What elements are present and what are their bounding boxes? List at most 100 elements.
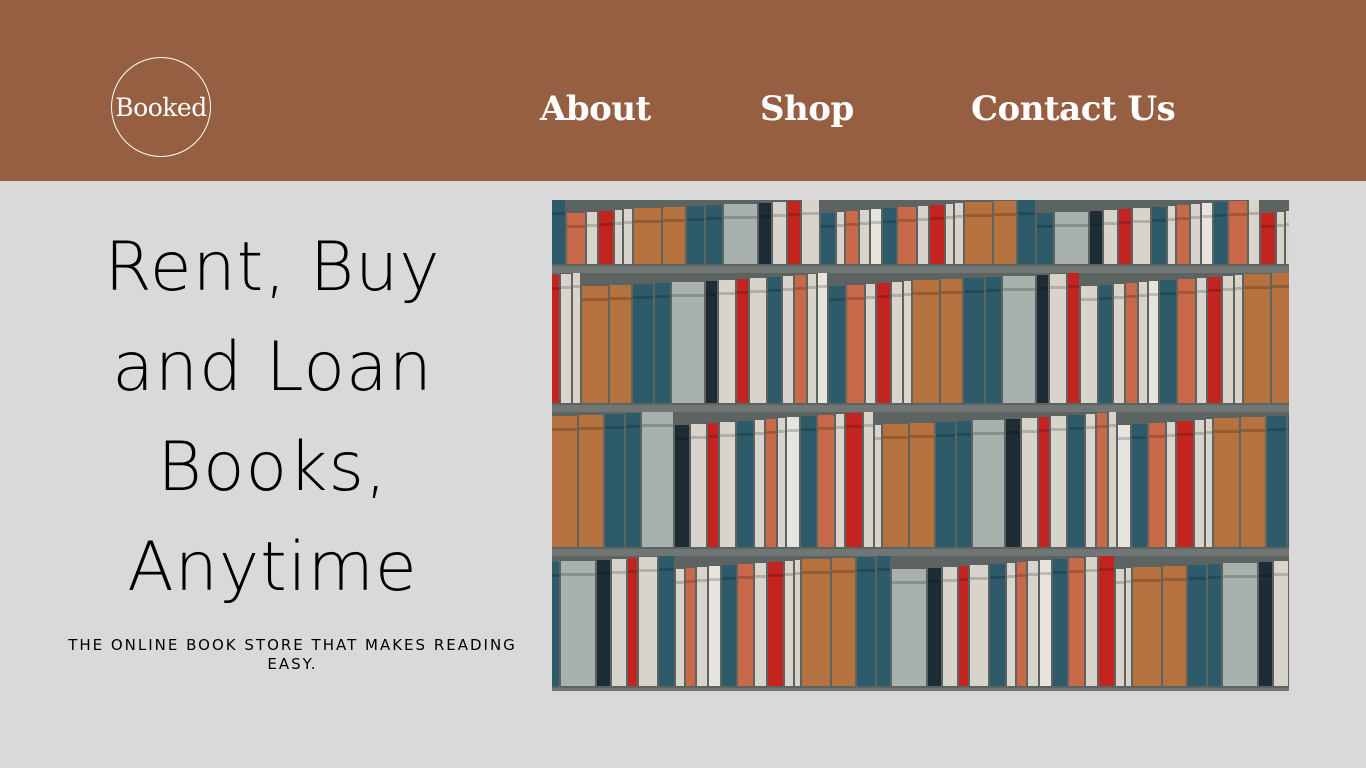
book-spine [928, 568, 941, 686]
book-spine [1149, 281, 1158, 403]
book-spine [691, 424, 706, 547]
book-spine [633, 284, 653, 403]
book-spine [773, 202, 786, 264]
shelf-board [552, 549, 1289, 556]
book-spine-band [1050, 286, 1066, 289]
book-spine-band [719, 292, 735, 295]
book-spine-band [898, 219, 916, 222]
book-spine-band [755, 432, 764, 435]
book-spine [1006, 419, 1020, 547]
book-spine-band [552, 428, 577, 431]
book-spine [1069, 558, 1084, 686]
book-spine [832, 558, 855, 686]
nav-link-about[interactable]: About [540, 86, 651, 132]
book-spine [959, 566, 968, 686]
book-spine-band [573, 285, 580, 288]
book-spine [676, 569, 684, 686]
book-spine-band [1006, 431, 1020, 434]
book-spine [877, 556, 890, 686]
book-spine [1104, 210, 1117, 264]
book-spine-band [1168, 218, 1175, 221]
book-spine [1126, 283, 1137, 403]
book-spine [1197, 278, 1206, 403]
book-spine [986, 277, 1001, 403]
book-spine [1086, 557, 1097, 686]
book-spine-band [1288, 427, 1289, 430]
book-spine [846, 413, 862, 547]
book-spine [802, 200, 819, 264]
book-spine [1099, 556, 1114, 686]
book-spine [567, 213, 585, 264]
book-spine-band [709, 578, 720, 581]
book-spine-band [973, 432, 1004, 435]
book-spine [875, 425, 881, 547]
book-spine-band [928, 580, 941, 583]
headline-line: Books, [157, 428, 388, 507]
book-spine-band [597, 572, 610, 575]
book-spine [708, 423, 718, 547]
book-spine-band [785, 573, 793, 576]
book-spine [1133, 208, 1150, 264]
book-spine-band [883, 436, 908, 439]
book-spine-band [1116, 581, 1124, 584]
book-spine [722, 565, 736, 686]
logo[interactable]: Booked [111, 57, 211, 157]
book-spine [1037, 213, 1053, 264]
book-spine [1167, 422, 1175, 547]
book-spine-band [990, 576, 1005, 579]
book-spine-band [1126, 580, 1131, 583]
book-spine [624, 209, 632, 264]
book-spine-band [795, 287, 806, 290]
book-spine-band [582, 298, 608, 301]
book-spine-band [1244, 286, 1270, 289]
book-spine [552, 275, 559, 403]
book-spine-band [659, 568, 674, 571]
book-spine-band [875, 437, 881, 440]
book-spine-band [766, 431, 776, 434]
book-spine [837, 212, 844, 264]
book-spine [910, 423, 934, 547]
book-spine [1267, 416, 1286, 547]
book-spine [628, 558, 637, 686]
book-spine-band [864, 424, 873, 427]
book-spine-band [1261, 225, 1275, 228]
book-spine-band [1037, 287, 1048, 290]
book-spine [1223, 276, 1233, 403]
book-spine-band [936, 434, 955, 437]
book-spine-band [913, 292, 939, 295]
book-spine-band [599, 223, 613, 226]
nav-link-contact-us[interactable]: Contact Us [971, 86, 1176, 132]
book-spine [930, 205, 944, 264]
book-spine-band [1053, 571, 1067, 574]
nav-link-shop[interactable]: Shop [760, 86, 854, 132]
book-spine [1126, 568, 1131, 686]
book-spine [612, 559, 626, 686]
book-spine [675, 425, 689, 547]
book-spine [573, 273, 580, 403]
book-spine [821, 213, 835, 264]
book-spine [615, 210, 622, 264]
book-spine [1188, 565, 1206, 686]
book-spine [808, 274, 816, 403]
book-spine-band [1037, 225, 1053, 228]
book-spine [1214, 418, 1239, 547]
book-spine [1261, 213, 1275, 264]
book-spine [599, 211, 613, 264]
book-spine [1022, 418, 1037, 547]
book-spine-band [1177, 433, 1193, 436]
book-spine-band [706, 293, 717, 296]
book-spine-band [1267, 428, 1286, 431]
book-spine [626, 413, 640, 547]
book-spine [1068, 415, 1084, 547]
book-spine [1109, 412, 1116, 547]
book-spine-band [634, 220, 661, 223]
book-spine-band [587, 224, 597, 227]
book-spine-band [1274, 573, 1288, 576]
book-spine [1116, 569, 1124, 686]
book-spine [973, 420, 1004, 547]
book-spine-band [1018, 212, 1035, 215]
book-spine-band [1099, 568, 1114, 571]
book-spine-band [965, 214, 992, 217]
book-spine-band [672, 294, 704, 297]
book-spine-band [1178, 291, 1195, 294]
